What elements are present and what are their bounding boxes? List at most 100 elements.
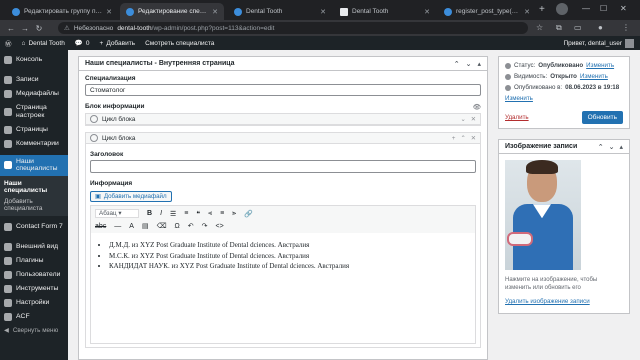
close-icon[interactable]: ✕: [524, 8, 530, 16]
close-icon[interactable]: ✕: [106, 8, 112, 16]
remove-icon[interactable]: ✕: [471, 135, 476, 142]
format-select[interactable]: Абзац ▾: [95, 209, 139, 218]
chevron-up-icon[interactable]: ⌃: [454, 60, 460, 68]
browser-tab[interactable]: register_post_type() – Создает и ✕: [438, 3, 536, 20]
browser-tab-active[interactable]: Редактирование специалиста ✕: [120, 3, 224, 20]
submenu: Наши специалисты Добавить специалиста: [0, 176, 68, 217]
sidebar-item-acf[interactable]: ACF: [0, 310, 68, 324]
status-edit-link[interactable]: Изменить: [586, 62, 614, 70]
url-input[interactable]: ⚠ Небезопасно dental-tooth/wp-admin/post…: [58, 22, 528, 34]
sidebar-icon[interactable]: ▭: [574, 23, 582, 32]
visibility-edit-link[interactable]: Изменить: [580, 73, 608, 81]
browser-tab[interactable]: Редактировать группу полей "Н ✕: [6, 3, 118, 20]
sidebar-item-pages[interactable]: Страницы: [0, 123, 68, 137]
close-window-icon[interactable]: ✕: [620, 4, 627, 13]
sidebar-item-settings[interactable]: Настройки: [0, 296, 68, 310]
comments-link[interactable]: 💬 0: [70, 39, 95, 48]
sidebar-item-users[interactable]: Пользователи: [0, 268, 68, 282]
paste-text-icon[interactable]: ▤: [142, 222, 149, 230]
featured-image[interactable]: [505, 160, 581, 271]
submenu-item-add-specialist[interactable]: Добавить специалиста: [0, 196, 68, 214]
menu-icon[interactable]: ⋮: [622, 23, 630, 32]
minimize-icon[interactable]: —: [582, 4, 590, 13]
link-icon[interactable]: 🔗: [244, 210, 253, 218]
layout-handle[interactable]: Цикл блока ⌄ ✕: [86, 114, 480, 125]
new-tab-button[interactable]: +: [539, 4, 545, 15]
browser-tab[interactable]: Dental Tooth ✕: [228, 3, 332, 20]
calendar-icon: [505, 85, 511, 92]
account-menu[interactable]: Привет, dental_user: [563, 36, 634, 50]
sidebar-item-contact-form[interactable]: Contact Form 7: [0, 220, 68, 234]
maximize-icon[interactable]: ☐: [600, 4, 607, 13]
wordpress-logo-icon[interactable]: Ⓦ: [0, 38, 17, 48]
remove-featured-image-link[interactable]: Удалить изображение записи: [499, 292, 629, 313]
chevron-up-icon[interactable]: ⌃: [598, 143, 604, 151]
align-right-icon[interactable]: ⫸: [232, 210, 236, 218]
caret-up-icon[interactable]: ▴: [619, 143, 623, 151]
strikethrough-icon[interactable]: abc: [95, 223, 106, 230]
editor-content[interactable]: Д.М.Д. из XYZ Post Graduate Institute of…: [91, 233, 475, 343]
add-new-link[interactable]: + Добавить: [95, 40, 141, 47]
wordpress-icon: [126, 7, 134, 16]
clear-formatting-icon[interactable]: ⌫: [157, 222, 167, 230]
editor-toolbar-2: abc — A ▤ ⌫ Ω ↶ ↷ <>: [91, 221, 475, 233]
bullet-list-icon[interactable]: ☰: [170, 210, 176, 218]
tab-title: Dental Tooth: [352, 8, 389, 15]
specialization-input[interactable]: Стоматолог: [85, 84, 481, 96]
code-icon[interactable]: <>: [215, 223, 223, 230]
special-char-icon[interactable]: Ω: [175, 223, 180, 230]
redo-icon[interactable]: ↷: [202, 222, 208, 230]
align-left-icon[interactable]: ⫷: [208, 210, 212, 218]
sidebar-item-media[interactable]: Медиафайлы: [0, 87, 68, 101]
tab-title: Редактировать группу полей "Н: [24, 8, 102, 15]
chevron-up-icon[interactable]: ⌃: [460, 135, 465, 142]
numbered-list-icon[interactable]: ≡: [184, 210, 188, 217]
site-name-link[interactable]: ⌂ Dental Tooth: [17, 40, 70, 47]
publish-box: Статус: Опубликовано Изменить Видимость:…: [498, 56, 630, 130]
chevron-down-icon[interactable]: ⌄: [609, 143, 615, 151]
chevron-down-icon[interactable]: ⌄: [466, 60, 472, 68]
account-icon[interactable]: ●: [598, 23, 603, 32]
trash-link[interactable]: Удалить: [505, 114, 529, 121]
close-icon[interactable]: ✕: [212, 8, 218, 16]
blockquote-icon[interactable]: ❝: [196, 210, 200, 218]
remove-icon[interactable]: ✕: [471, 116, 476, 123]
date-edit-link[interactable]: Изменить: [505, 95, 533, 103]
chevron-down-icon[interactable]: ⌄: [460, 116, 465, 123]
sidebar-item-comments[interactable]: Комментарии: [0, 137, 68, 151]
sidebar-item-appearance[interactable]: Внешний вид: [0, 240, 68, 254]
star-icon[interactable]: ☆: [536, 23, 543, 32]
submenu-item-all-specialists[interactable]: Наши специалисты: [0, 178, 68, 196]
horizontal-line-icon[interactable]: —: [114, 223, 121, 230]
profile-avatar[interactable]: [556, 3, 568, 15]
forward-icon[interactable]: →: [18, 24, 32, 33]
heading-input[interactable]: [90, 160, 476, 173]
align-center-icon[interactable]: ≡: [220, 210, 224, 217]
close-icon[interactable]: ✕: [424, 8, 430, 16]
reload-icon[interactable]: ↻: [32, 24, 46, 33]
sidebar-item-specialists[interactable]: Наши специалисты: [0, 154, 68, 177]
bold-icon[interactable]: B: [147, 210, 152, 217]
close-icon[interactable]: ✕: [320, 8, 326, 16]
italic-icon[interactable]: I: [160, 210, 162, 217]
layout-collapsed: Цикл блока ⌄ ✕: [85, 113, 481, 126]
extensions-icon[interactable]: ⧉: [556, 23, 562, 33]
layout-body: Заголовок Информация ▣ Добавить медиафайл…: [86, 144, 480, 347]
view-post-link[interactable]: Смотреть специалиста: [140, 40, 219, 47]
layout-handle[interactable]: Цикл блока + ⌃ ✕: [86, 133, 480, 144]
undo-icon[interactable]: ↶: [188, 222, 194, 230]
caret-up-icon[interactable]: ▴: [477, 60, 481, 68]
collapse-menu-button[interactable]: ◀ Свернуть меню: [0, 324, 68, 337]
sidebar-item-tools[interactable]: Инструменты: [0, 282, 68, 296]
back-icon[interactable]: ←: [4, 24, 18, 33]
browser-tab[interactable]: Dental Tooth ✕: [334, 3, 436, 20]
add-icon[interactable]: +: [452, 135, 456, 142]
text-color-icon[interactable]: A: [129, 223, 134, 230]
sidebar-item-posts[interactable]: Записи: [0, 73, 68, 87]
update-button[interactable]: Обновить: [581, 111, 623, 125]
add-media-button[interactable]: ▣ Добавить медиафайл: [90, 191, 172, 202]
sidebar-item-plugins[interactable]: Плагины: [0, 254, 68, 268]
eye-icon[interactable]: 👁: [473, 103, 481, 111]
sidebar-item-settings-page[interactable]: Страница настроек: [0, 101, 68, 123]
sidebar-item-dashboard[interactable]: Консоль: [0, 50, 68, 67]
